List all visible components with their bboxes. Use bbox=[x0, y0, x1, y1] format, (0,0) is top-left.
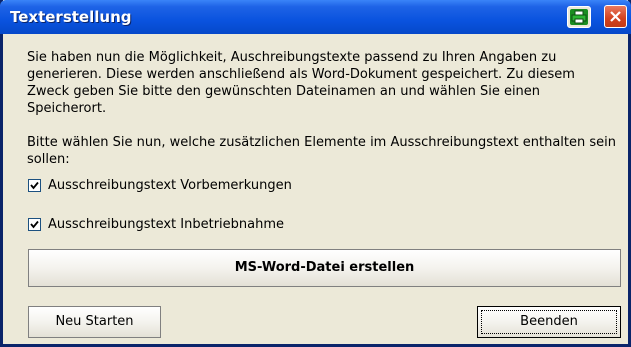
exit-button[interactable]: Beenden bbox=[477, 306, 621, 338]
inbetriebnahme-checkbox[interactable] bbox=[28, 217, 41, 231]
close-icon bbox=[610, 11, 621, 22]
option-vorbemerkungen[interactable]: Ausschreibungstext Vorbemerkungen bbox=[28, 177, 292, 193]
intro-text: Sie haben nun die Möglichkeit, Auschreib… bbox=[27, 50, 575, 116]
option-inbetriebnahme[interactable]: Ausschreibungstext Inbetriebnahme bbox=[28, 216, 284, 232]
print-icon bbox=[570, 9, 588, 25]
close-button[interactable] bbox=[604, 5, 627, 28]
elements-prompt: Bitte wählen Sie nun, welche zusätzliche… bbox=[27, 135, 616, 167]
checkmark-icon bbox=[30, 220, 39, 228]
window-title: Texterstellung bbox=[10, 8, 132, 26]
create-word-file-button[interactable]: MS-Word-Datei erstellen bbox=[28, 249, 621, 287]
title-bar[interactable]: Texterstellung bbox=[0, 0, 631, 34]
inbetriebnahme-label: Ausschreibungstext Inbetriebnahme bbox=[48, 216, 285, 232]
vorbemerkungen-label: Ausschreibungstext Vorbemerkungen bbox=[48, 177, 292, 193]
texterstellung-dialog: Texterstellung Sie haben nun die Möglich… bbox=[0, 0, 631, 347]
print-button[interactable] bbox=[567, 6, 591, 28]
checkmark-icon bbox=[30, 181, 39, 189]
exit-button-label: Beenden bbox=[520, 314, 578, 329]
restart-button[interactable]: Neu Starten bbox=[28, 306, 161, 338]
vorbemerkungen-checkbox[interactable] bbox=[28, 178, 41, 192]
